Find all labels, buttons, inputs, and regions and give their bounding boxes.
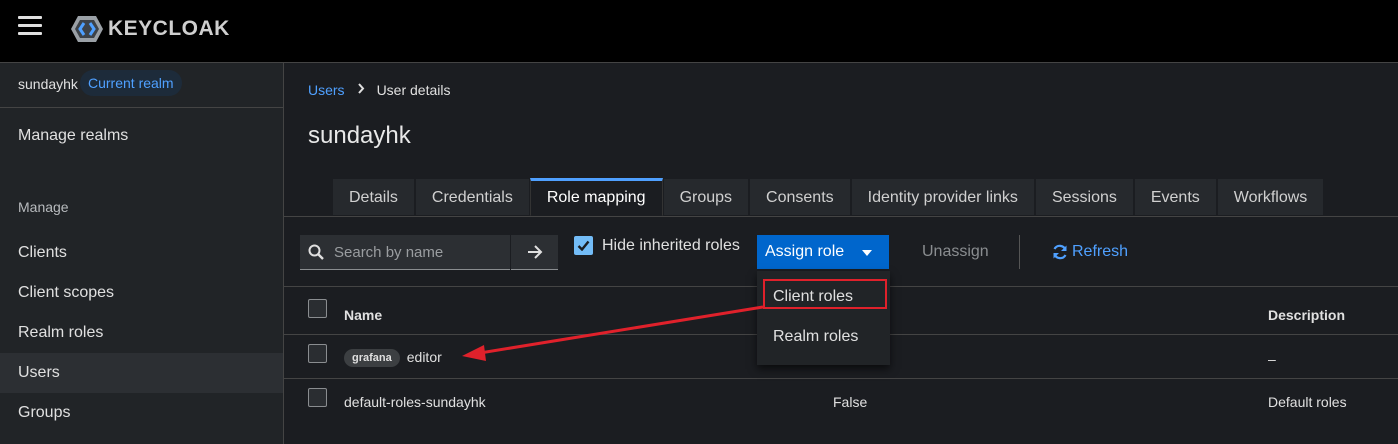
tabs-divider [284,216,1398,217]
search-box [300,235,510,270]
chevron-right-icon [357,83,365,97]
breadcrumb: Users User details [308,82,450,98]
hide-inherited-toggle[interactable]: Hide inherited roles [574,236,740,255]
current-realm-badge: Current realm [80,70,182,96]
row-checkbox[interactable] [308,388,327,407]
search-submit-button[interactable] [511,235,558,270]
realm-name: sundayhk [18,76,78,92]
main-content: Users User details sundayhk Details Cred… [284,63,1398,444]
sidebar-item-groups[interactable]: Groups [0,393,283,433]
client-chip: grafana [344,349,400,368]
refresh-label: Refresh [1072,243,1129,260]
search-icon [308,244,324,260]
tab-bar: Details Credentials Role mapping Groups … [332,178,1325,217]
caret-down-icon [862,250,872,256]
realm-selector[interactable]: sundayhk Current realm [0,63,283,108]
sidebar: sundayhk Current realm Manage realms Man… [0,63,284,444]
sidebar-item-clients[interactable]: Clients [0,233,283,273]
sidebar-item-realm-roles[interactable]: Realm roles [0,313,283,353]
annotation-highlight-box [763,279,887,309]
arrow-right-icon [527,245,542,259]
role-name: default-roles-sundayhk [344,394,486,410]
column-header-description[interactable]: Description [1268,307,1345,323]
toolbar-divider [1019,235,1020,269]
role-name: editor [406,349,442,365]
tab-role-mapping[interactable]: Role mapping [529,178,663,216]
row-checkbox[interactable] [308,344,327,363]
menu-item-realm-roles[interactable]: Realm roles [757,319,890,355]
tab-sessions[interactable]: Sessions [1034,178,1134,216]
refresh-icon [1053,244,1067,260]
tab-details[interactable]: Details [332,178,415,216]
manage-realms-link[interactable]: Manage realms [18,127,128,145]
keycloak-logo[interactable]: KEYCLOAK [70,14,230,44]
hide-inherited-checkbox[interactable] [574,236,593,255]
tab-identity-provider-links[interactable]: Identity provider links [850,178,1035,216]
refresh-button[interactable]: Refresh [1052,243,1128,261]
assign-role-label: Assign role [765,243,845,260]
logo-text: KEYCLOAK [108,17,230,40]
hamburger-icon[interactable] [18,16,42,36]
tab-consents[interactable]: Consents [749,178,851,216]
role-description: Default roles [1268,394,1347,410]
select-all-checkbox[interactable] [308,299,327,318]
sidebar-item-client-scopes[interactable]: Client scopes [0,273,283,313]
page-title: sundayhk [308,122,411,149]
search-input[interactable] [332,242,506,262]
assign-role-button[interactable]: Assign role [757,235,889,269]
tab-workflows[interactable]: Workflows [1216,178,1325,216]
breadcrumb-current: User details [376,82,451,98]
tab-events[interactable]: Events [1133,178,1217,216]
unassign-button[interactable]: Unassign [922,243,989,261]
role-inherited: False [833,394,868,410]
hide-inherited-label: Hide inherited roles [602,236,740,254]
table-row-divider [284,378,1398,379]
tab-credentials[interactable]: Credentials [414,178,530,216]
masthead: KEYCLOAK [0,0,1398,63]
nav-section-title: Manage [18,199,69,215]
sidebar-item-users[interactable]: Users [0,353,283,393]
breadcrumb-users-link[interactable]: Users [308,82,345,98]
role-name-cell: grafana editor [344,349,442,368]
role-description: – [1268,351,1276,367]
checkmark-icon [577,240,590,251]
keycloak-logo-icon [71,16,103,42]
tab-groups[interactable]: Groups [662,178,750,216]
column-header-name[interactable]: Name [344,307,382,323]
